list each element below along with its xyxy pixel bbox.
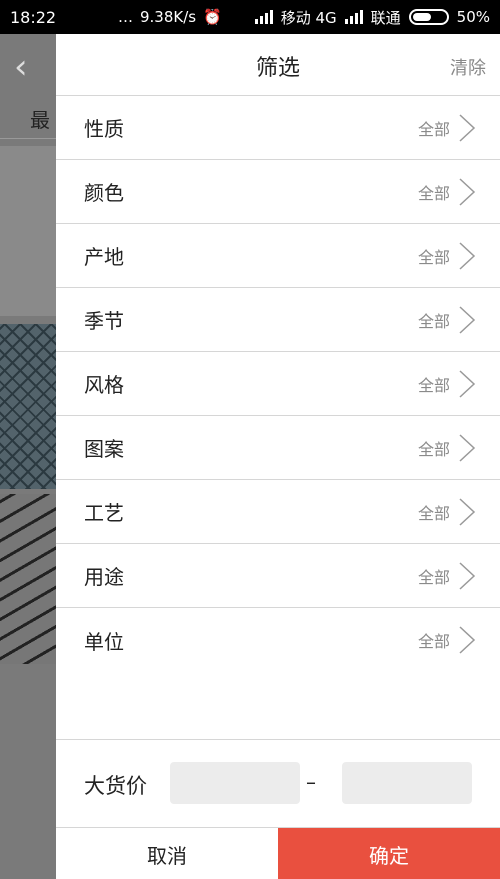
- filter-value: 全部: [417, 632, 450, 651]
- filter-value: 全部: [417, 439, 450, 459]
- product-thumbnail[interactable]: [0, 324, 56, 489]
- filter-label: 季节: [84, 309, 124, 333]
- filter-row-color[interactable]: 颜色 全部: [56, 160, 500, 224]
- chevron-right-icon: [459, 241, 476, 270]
- filter-label: 颜色: [84, 181, 124, 205]
- filter-label: 性质: [84, 117, 124, 141]
- filter-label: 用途: [84, 565, 124, 589]
- price-dash: –: [306, 770, 316, 794]
- signal-icon: [254, 10, 273, 24]
- carrier2-label: 联通: [370, 8, 401, 27]
- chevron-right-icon: [459, 305, 476, 334]
- background-divider: [0, 138, 56, 139]
- more-dots: …: [118, 8, 133, 26]
- cancel-button[interactable]: 取消: [56, 828, 278, 879]
- status-time: 18:22: [10, 7, 57, 27]
- price-max-input[interactable]: [342, 762, 472, 804]
- panel-title: 筛选: [255, 56, 300, 81]
- product-thumbnail[interactable]: [0, 670, 56, 879]
- filter-row-pattern[interactable]: 图案 全部: [56, 416, 500, 480]
- filter-row-usage[interactable]: 用途 全部: [56, 544, 500, 608]
- filter-row-style[interactable]: 风格 全部: [56, 352, 500, 416]
- background-screen[interactable]: ‹ 最: [0, 34, 56, 879]
- filter-label: 风格: [84, 373, 124, 397]
- filter-value: 全部: [417, 183, 450, 203]
- clear-button[interactable]: 清除: [450, 54, 486, 80]
- status-bar: 18:22 … 9.38K/s ⏰ 移动 4G 联通 50%: [0, 0, 500, 34]
- signal-icon: [344, 10, 363, 24]
- filter-label: 单位: [84, 629, 124, 654]
- filter-label: 工艺: [84, 501, 124, 525]
- chevron-right-icon: [459, 497, 476, 526]
- battery-level: 50%: [456, 8, 490, 26]
- filter-label: 图案: [84, 437, 124, 461]
- panel-header: 筛选 清除: [56, 34, 500, 96]
- product-thumbnail[interactable]: [0, 494, 56, 664]
- status-right: 移动 4G 联通 50%: [254, 7, 490, 28]
- back-icon[interactable]: ‹: [14, 50, 28, 84]
- filter-panel: 筛选 清除 性质 全部 颜色 全部 产地 全部 季节 全部 风格 全部 图案 全…: [56, 34, 500, 879]
- filter-row-nature[interactable]: 性质 全部: [56, 96, 500, 160]
- filter-value: 全部: [417, 375, 450, 395]
- filter-row-season[interactable]: 季节 全部: [56, 288, 500, 352]
- filter-row-craft[interactable]: 工艺 全部: [56, 480, 500, 544]
- alarm-icon: ⏰: [203, 8, 222, 26]
- filter-row-unit[interactable]: 单位 全部: [56, 608, 500, 672]
- carrier1-label: 移动 4G: [280, 8, 337, 27]
- product-thumbnail[interactable]: [0, 146, 56, 316]
- chevron-right-icon: [459, 626, 476, 654]
- filter-value: 全部: [417, 247, 450, 267]
- chevron-right-icon: [459, 433, 476, 462]
- battery-icon: [408, 9, 449, 25]
- price-range-row: 大货价 –: [56, 739, 500, 827]
- filter-row-origin[interactable]: 产地 全部: [56, 224, 500, 288]
- chevron-right-icon: [459, 177, 476, 206]
- filter-value: 全部: [417, 503, 450, 523]
- background-tab[interactable]: 最: [30, 104, 50, 133]
- chevron-right-icon: [459, 113, 476, 142]
- chevron-right-icon: [459, 561, 476, 590]
- status-center: … 9.38K/s ⏰: [118, 8, 222, 26]
- price-label: 大货价: [84, 774, 147, 798]
- confirm-button[interactable]: 确定: [278, 828, 500, 879]
- network-speed: 9.38K/s: [140, 8, 197, 26]
- filter-list: 性质 全部 颜色 全部 产地 全部 季节 全部 风格 全部 图案 全部 工艺 全…: [56, 96, 500, 672]
- filter-value: 全部: [417, 567, 450, 587]
- price-min-input[interactable]: [170, 762, 300, 804]
- filter-label: 产地: [84, 245, 124, 269]
- panel-footer: 取消 确定: [56, 827, 500, 879]
- filter-value: 全部: [417, 119, 450, 139]
- chevron-right-icon: [459, 369, 476, 398]
- filter-value: 全部: [417, 311, 450, 331]
